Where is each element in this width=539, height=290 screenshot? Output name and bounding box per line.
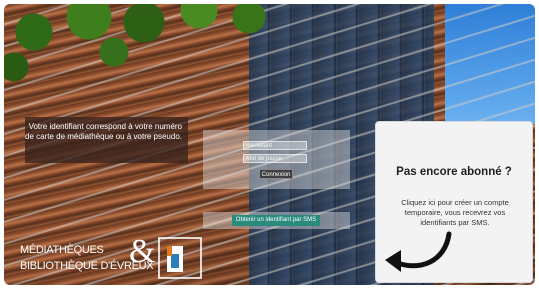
ampersand-building-icon: & bbox=[129, 233, 202, 279]
svg-text:&: & bbox=[129, 233, 155, 270]
subscribe-title: Pas encore abonné ? bbox=[396, 166, 512, 178]
tree-foliage bbox=[4, 4, 294, 87]
username-field[interactable] bbox=[243, 141, 307, 150]
logo: MÉDIATHÈQUES BIBLIOTHÈQUE D'ÉVREUX & bbox=[12, 226, 212, 285]
connect-button[interactable]: Connexion bbox=[259, 169, 293, 179]
login-info-text: Votre identifiant correspond à votre num… bbox=[25, 122, 182, 141]
logo-line-1: MÉDIATHÈQUES bbox=[20, 244, 104, 256]
sms-identifier-button[interactable]: Obtenir un identifiant par SMS bbox=[232, 215, 320, 226]
login-info-box: Votre identifiant correspond à votre num… bbox=[25, 117, 188, 163]
password-field[interactable] bbox=[243, 154, 307, 163]
subscribe-card[interactable]: Pas encore abonné ? Cliquez ici pour cré… bbox=[375, 121, 533, 283]
background-photo: Votre identifiant correspond à votre num… bbox=[4, 4, 535, 285]
subscribe-text: Cliquez ici pour créer un compte tempora… bbox=[401, 198, 509, 227]
sms-bar: Obtenir un identifiant par SMS bbox=[203, 212, 350, 229]
login-panel: Connexion bbox=[203, 130, 350, 189]
curved-arrow-icon bbox=[385, 231, 452, 272]
